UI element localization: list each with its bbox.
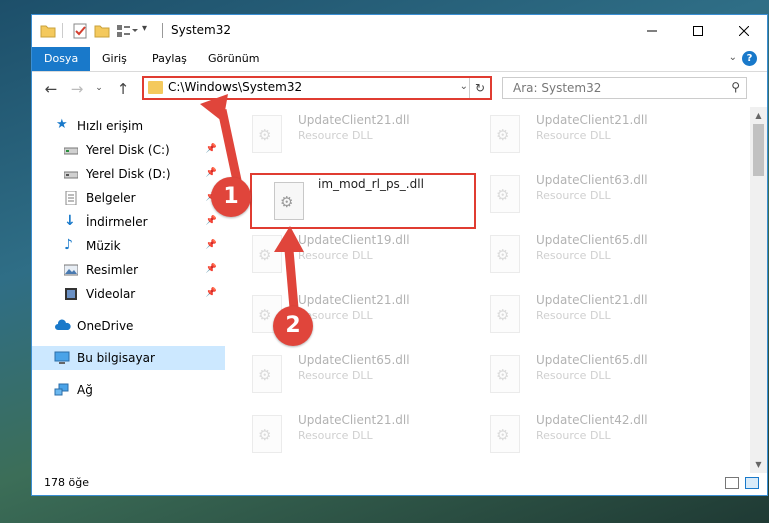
- cloud-icon: [54, 319, 71, 333]
- nav-item-documents[interactable]: Belgeler 📌: [32, 186, 225, 210]
- folder-icon: [40, 23, 56, 39]
- minimize-button[interactable]: [629, 15, 675, 46]
- address-bar[interactable]: C:\Windows\System32 ⌄ ↻: [142, 76, 492, 100]
- list-item[interactable]: ⚙ UpdateClient21.dll Resource DLL: [228, 407, 458, 463]
- address-row: ← → ⌄ ↑ C:\Windows\System32 ⌄ ↻ Ara: Sys…: [32, 72, 767, 105]
- address-path[interactable]: C:\Windows\System32: [168, 80, 302, 94]
- recent-locations-icon[interactable]: ⌄: [90, 83, 108, 93]
- list-item[interactable]: ⚙ UpdateClient21.dll Resource DLL: [228, 287, 458, 343]
- back-arrow-icon[interactable]: ←: [42, 80, 60, 98]
- dll-file-icon: ⚙: [490, 175, 520, 213]
- nav-item-downloads[interactable]: ↓ İndirmeler 📌: [32, 210, 225, 234]
- expand-ribbon-icon[interactable]: ⌄: [729, 52, 737, 63]
- help-icon[interactable]: ?: [742, 51, 757, 66]
- star-icon: ★: [56, 117, 68, 132]
- navigation-pane: ★ Hızlı erişim Yerel Disk (C:) 📌 Yerel D…: [32, 107, 225, 473]
- file-list: ⚙ UpdateClient21.dll Resource DLL ⚙ Upda…: [228, 107, 742, 473]
- pictures-icon: [63, 263, 79, 277]
- new-folder-icon[interactable]: [94, 23, 110, 39]
- list-item[interactable]: ⚙ UpdateClient21.dll Resource DLL: [466, 107, 696, 163]
- maximize-button[interactable]: [675, 15, 721, 46]
- title-bar: ▾ System32: [32, 15, 767, 47]
- details-view-icon[interactable]: [725, 477, 739, 489]
- dll-file-icon: ⚙: [274, 182, 304, 220]
- list-item[interactable]: ⚙ UpdateClient65.dll Resource DLL: [466, 347, 696, 403]
- search-icon[interactable]: ⚲: [731, 80, 740, 94]
- scroll-up-icon[interactable]: ▲: [750, 107, 767, 124]
- dll-file-icon: ⚙: [252, 415, 282, 453]
- dll-file-icon: ⚙: [490, 295, 520, 333]
- up-arrow-icon[interactable]: ↑: [114, 80, 132, 98]
- dll-file-icon: ⚙: [490, 115, 520, 153]
- list-item[interactable]: ⚙ UpdateClient65.dll Resource DLL: [228, 347, 458, 403]
- search-input[interactable]: Ara: System32 ⚲: [502, 77, 747, 99]
- tab-giris[interactable]: Giriş: [94, 47, 135, 71]
- list-item[interactable]: ⚙ UpdateClient21.dll Resource DLL: [466, 287, 696, 343]
- pin-icon[interactable]: 📌: [206, 240, 217, 250]
- list-item[interactable]: ⚙ UpdateClient42.dll Resource DLL: [466, 407, 696, 463]
- nav-item-network[interactable]: Ağ: [32, 378, 225, 402]
- explorer-window: ▾ System32 Dosya Giriş Paylaş Görünüm ⌄ …: [31, 14, 768, 496]
- highlighted-dll-file[interactable]: ⚙ im_mod_rl_ps_.dll: [250, 173, 476, 229]
- large-icons-view-icon[interactable]: [745, 477, 759, 489]
- dll-file-icon: ⚙: [490, 355, 520, 393]
- vertical-scrollbar[interactable]: ▲ ▼: [750, 107, 767, 473]
- dll-file-icon: ⚙: [490, 415, 520, 453]
- list-item[interactable]: ⚙ UpdateClient21.dll Resource DLL: [228, 107, 458, 163]
- scroll-thumb[interactable]: [753, 124, 764, 176]
- pin-icon[interactable]: 📌: [206, 216, 217, 226]
- close-button[interactable]: [721, 15, 767, 46]
- dll-file-icon: ⚙: [490, 235, 520, 273]
- nav-item-quick-access[interactable]: ★ Hızlı erişim: [32, 114, 225, 138]
- tab-gorunum[interactable]: Görünüm: [200, 47, 267, 71]
- dll-file-icon: ⚙: [252, 115, 282, 153]
- pin-icon[interactable]: 📌: [206, 168, 217, 178]
- search-placeholder: Ara: System32: [513, 81, 602, 95]
- customize-toolbar-icon[interactable]: [116, 23, 138, 39]
- list-item[interactable]: ⚙ UpdateClient65.dll Resource DLL: [466, 227, 696, 283]
- tab-paylas[interactable]: Paylaş: [144, 47, 195, 71]
- dll-file-icon: ⚙: [252, 235, 282, 273]
- tab-dosya[interactable]: Dosya: [32, 47, 91, 71]
- folder-icon: [148, 81, 163, 94]
- download-icon: ↓: [64, 213, 76, 229]
- computer-icon: [54, 351, 70, 365]
- forward-arrow-icon[interactable]: →: [68, 80, 86, 98]
- pin-icon[interactable]: 📌: [206, 264, 217, 274]
- list-item[interactable]: ⚙ UpdateClient19.dll Resource DLL: [228, 227, 458, 283]
- dll-file-icon: ⚙: [252, 355, 282, 393]
- list-item[interactable]: ⚙ UpdateClient63.dll Resource DLL: [466, 167, 696, 223]
- documents-icon: [64, 190, 78, 206]
- pin-icon[interactable]: 📌: [206, 144, 217, 154]
- item-count: 178 öğe: [44, 476, 89, 489]
- video-icon: [64, 287, 78, 301]
- nav-item-music[interactable]: ♪ Müzik 📌: [32, 234, 225, 258]
- address-dropdown-icon[interactable]: ⌄: [460, 81, 468, 92]
- nav-item-pictures[interactable]: Resimler 📌: [32, 258, 225, 282]
- quick-access-dropdown-icon[interactable]: ▾: [142, 23, 158, 39]
- drive-icon: [63, 167, 79, 181]
- network-icon: [54, 383, 69, 397]
- nav-item-local-disk-d[interactable]: Yerel Disk (D:) 📌: [32, 162, 225, 186]
- nav-item-videos[interactable]: Videolar 📌: [32, 282, 225, 306]
- step-marker-2: 2: [273, 306, 313, 346]
- step-marker-1: 1: [211, 177, 251, 217]
- nav-item-this-pc[interactable]: Bu bilgisayar: [32, 346, 225, 370]
- drive-icon: [63, 143, 79, 157]
- pin-icon[interactable]: 📌: [206, 288, 217, 298]
- status-bar: 178 öğe: [32, 471, 767, 495]
- properties-icon[interactable]: [72, 23, 88, 39]
- nav-item-local-disk-c[interactable]: Yerel Disk (C:) 📌: [32, 138, 225, 162]
- window-title: System32: [171, 23, 232, 37]
- ribbon-tabs: Dosya Giriş Paylaş Görünüm ⌄ ?: [32, 47, 767, 72]
- nav-item-onedrive[interactable]: OneDrive: [32, 314, 225, 338]
- refresh-icon[interactable]: ↻: [469, 78, 490, 98]
- music-icon: ♪: [64, 237, 73, 253]
